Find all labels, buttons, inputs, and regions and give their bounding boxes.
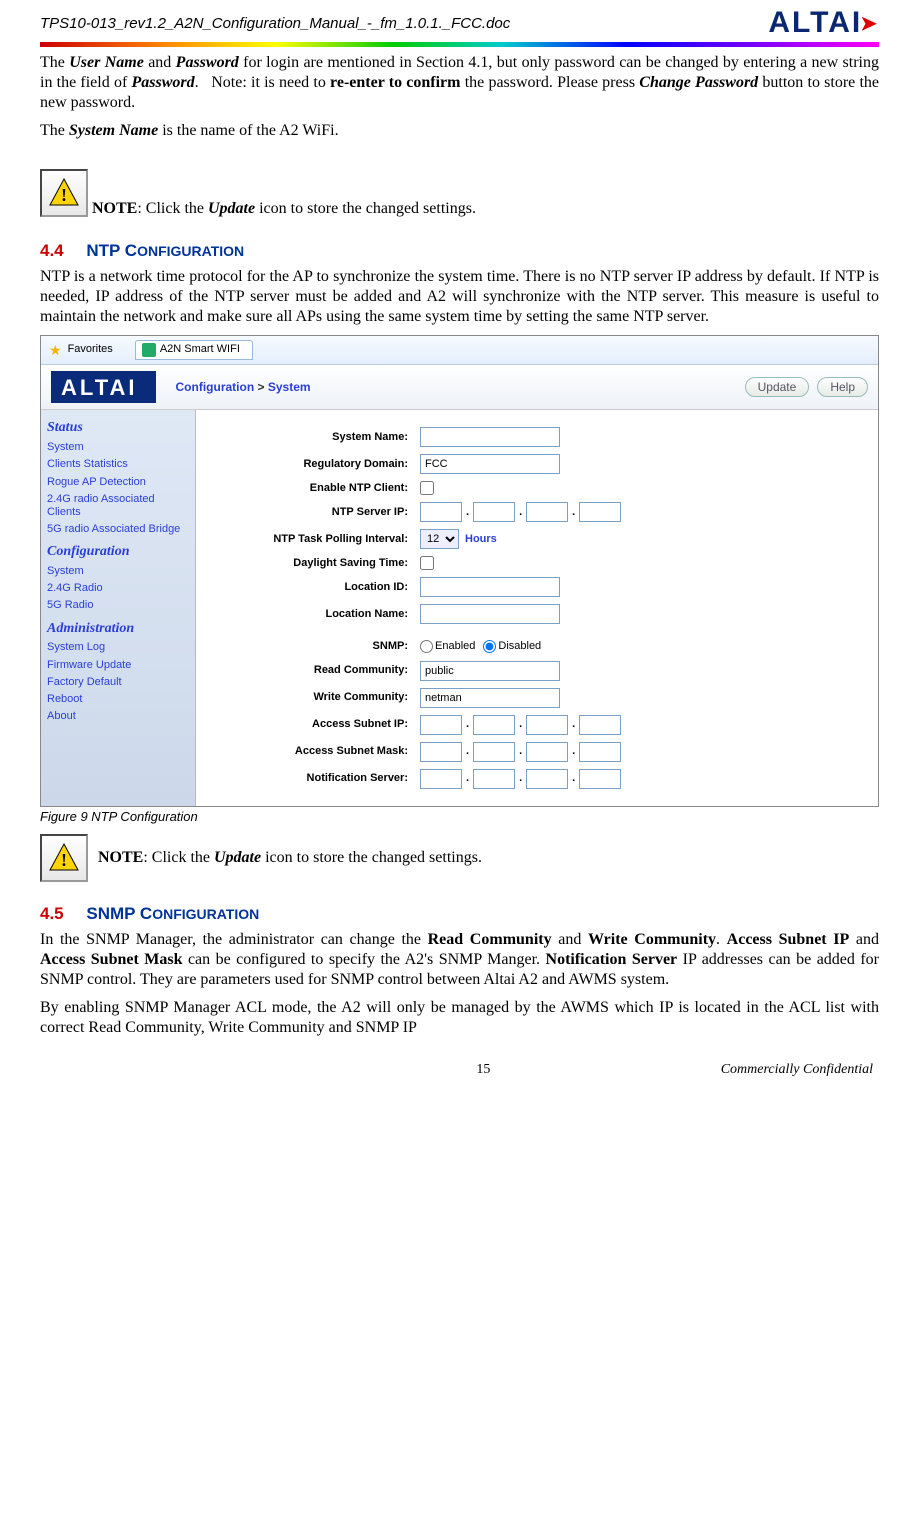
altai-logo-app: ALTAI: [51, 371, 156, 403]
note-text-2: NOTE: Click the Update icon to store the…: [98, 849, 482, 867]
label-ntp-poll: NTP Task Polling Interval:: [220, 533, 420, 546]
sidebar-item-24g-clients[interactable]: 2.4G radio Associated Clients: [41, 491, 195, 521]
sec45-paragraph-2: By enabling SNMP Manager ACL mode, the A…: [40, 998, 879, 1038]
input-system-name[interactable]: [420, 427, 560, 447]
sidebar-nav: Status System Clients Statistics Rogue A…: [41, 410, 196, 805]
label-write-community: Write Community:: [220, 691, 420, 704]
sec45-paragraph-1: In the SNMP Manager, the administrator c…: [40, 930, 879, 990]
input-access-ip-1[interactable]: [420, 715, 462, 735]
label-loc-name: Location Name:: [220, 608, 420, 621]
page-number: 15: [246, 1062, 721, 1078]
favorites-bar: ★ Favorites A2N Smart WIFI: [41, 336, 878, 365]
input-read-community[interactable]: [420, 661, 560, 681]
sidebar-item-syslog[interactable]: System Log: [41, 639, 195, 656]
swoosh-icon: ➤: [860, 11, 879, 36]
section-4-4-heading: 4.4 NTP CONFIGURATION: [40, 241, 879, 261]
input-notif-2[interactable]: [473, 769, 515, 789]
input-ntp-ip-1[interactable]: [420, 502, 462, 522]
favorites-label: Favorites: [68, 343, 113, 356]
input-access-mask-3[interactable]: [526, 742, 568, 762]
ip-input-access-subnet: . . .: [420, 715, 621, 735]
input-access-ip-3[interactable]: [526, 715, 568, 735]
input-loc-id[interactable]: [420, 577, 560, 597]
sec44-paragraph: NTP is a network time protocol for the A…: [40, 267, 879, 327]
sidebar-item-factory-default[interactable]: Factory Default: [41, 674, 195, 691]
select-ntp-poll[interactable]: 12: [420, 529, 459, 549]
svg-text:!: !: [61, 850, 67, 870]
sidebar-group-config: Configuration: [41, 538, 195, 563]
label-read-community: Read Community:: [220, 664, 420, 677]
label-enable-ntp: Enable NTP Client:: [220, 482, 420, 495]
input-write-community[interactable]: [420, 688, 560, 708]
label-hours: Hours: [465, 533, 497, 546]
ip-input-access-mask: . . .: [420, 742, 621, 762]
altai-logo: ALTAI➤: [768, 6, 879, 40]
label-notif-server: Notification Server:: [220, 772, 420, 785]
label-loc-id: Location ID:: [220, 581, 420, 594]
input-access-mask-4[interactable]: [579, 742, 621, 762]
sidebar-item-5g-bridge[interactable]: 5G radio Associated Bridge: [41, 521, 195, 538]
input-loc-name[interactable]: [420, 604, 560, 624]
sidebar-item-cfg-5g[interactable]: 5G Radio: [41, 597, 195, 614]
label-access-ip: Access Subnet IP:: [220, 718, 420, 731]
input-access-mask-1[interactable]: [420, 742, 462, 762]
sidebar-item-reboot[interactable]: Reboot: [41, 691, 195, 708]
page-footer: 15 Commercially Confidential: [0, 1056, 919, 1078]
app-topbar: ALTAI Configuration > System Update Help: [41, 365, 878, 410]
footer-confidential: Commercially Confidential: [721, 1062, 873, 1078]
section-4-4-title: NTP CONFIGURATION: [86, 241, 244, 260]
star-icon: ★: [49, 342, 62, 359]
label-access-mask: Access Subnet Mask:: [220, 745, 420, 758]
input-access-ip-4[interactable]: [579, 715, 621, 735]
section-4-5-heading: 4.5 SNMP CONFIGURATION: [40, 904, 879, 924]
rainbow-divider: [40, 42, 879, 47]
sidebar-group-admin: Administration: [41, 615, 195, 640]
note-block-2: ! NOTE: Click the Update icon to store t…: [40, 834, 879, 882]
sysname-paragraph: The System Name is the name of the A2 Wi…: [40, 121, 879, 141]
ip-input-notif-server: . . .: [420, 769, 621, 789]
intro-paragraph: The User Name and Password for login are…: [40, 53, 879, 113]
checkbox-dst[interactable]: [420, 556, 434, 570]
sidebar-item-clients-stats[interactable]: Clients Statistics: [41, 456, 195, 473]
ip-input-ntp-server: . . .: [420, 502, 621, 522]
sidebar-item-rogue-ap[interactable]: Rogue AP Detection: [41, 474, 195, 491]
config-screenshot: ★ Favorites A2N Smart WIFI ALTAI Configu…: [40, 335, 879, 807]
sidebar-item-cfg-system[interactable]: System: [41, 563, 195, 580]
input-access-ip-2[interactable]: [473, 715, 515, 735]
figure-9-caption: Figure 9 NTP Configuration: [40, 809, 879, 824]
input-notif-1[interactable]: [420, 769, 462, 789]
sidebar-group-status: Status: [41, 414, 195, 439]
update-button[interactable]: Update: [745, 377, 810, 397]
help-button[interactable]: Help: [817, 377, 868, 397]
label-system-name: System Name:: [220, 431, 420, 444]
input-notif-4[interactable]: [579, 769, 621, 789]
input-access-mask-2[interactable]: [473, 742, 515, 762]
section-4-5-title: SNMP CONFIGURATION: [86, 904, 259, 923]
sidebar-item-about[interactable]: About: [41, 708, 195, 725]
tab-favicon-icon: [142, 343, 156, 357]
doc-filename: TPS10-013_rev1.2_A2N_Configuration_Manua…: [40, 15, 510, 32]
label-snmp: SNMP:: [220, 640, 420, 653]
config-form-pane: System Name: Regulatory Domain: Enable N…: [196, 410, 878, 805]
doc-header: TPS10-013_rev1.2_A2N_Configuration_Manua…: [0, 0, 919, 42]
radio-snmp-enabled[interactable]: [420, 640, 433, 653]
browser-tab[interactable]: A2N Smart WIFI: [135, 340, 253, 360]
breadcrumb: Configuration > System: [176, 380, 311, 394]
label-dst: Daylight Saving Time:: [220, 557, 420, 570]
radio-snmp-disabled[interactable]: [483, 640, 496, 653]
checkbox-enable-ntp[interactable]: [420, 481, 434, 495]
sidebar-item-fw-update[interactable]: Firmware Update: [41, 657, 195, 674]
input-reg-domain[interactable]: [420, 454, 560, 474]
input-notif-3[interactable]: [526, 769, 568, 789]
label-ntp-server-ip: NTP Server IP:: [220, 506, 420, 519]
label-reg-domain: Regulatory Domain:: [220, 458, 420, 471]
sidebar-item-cfg-24g[interactable]: 2.4G Radio: [41, 580, 195, 597]
warning-icon: !: [40, 834, 88, 882]
sidebar-item-system[interactable]: System: [41, 439, 195, 456]
input-ntp-ip-2[interactable]: [473, 502, 515, 522]
input-ntp-ip-3[interactable]: [526, 502, 568, 522]
input-ntp-ip-4[interactable]: [579, 502, 621, 522]
